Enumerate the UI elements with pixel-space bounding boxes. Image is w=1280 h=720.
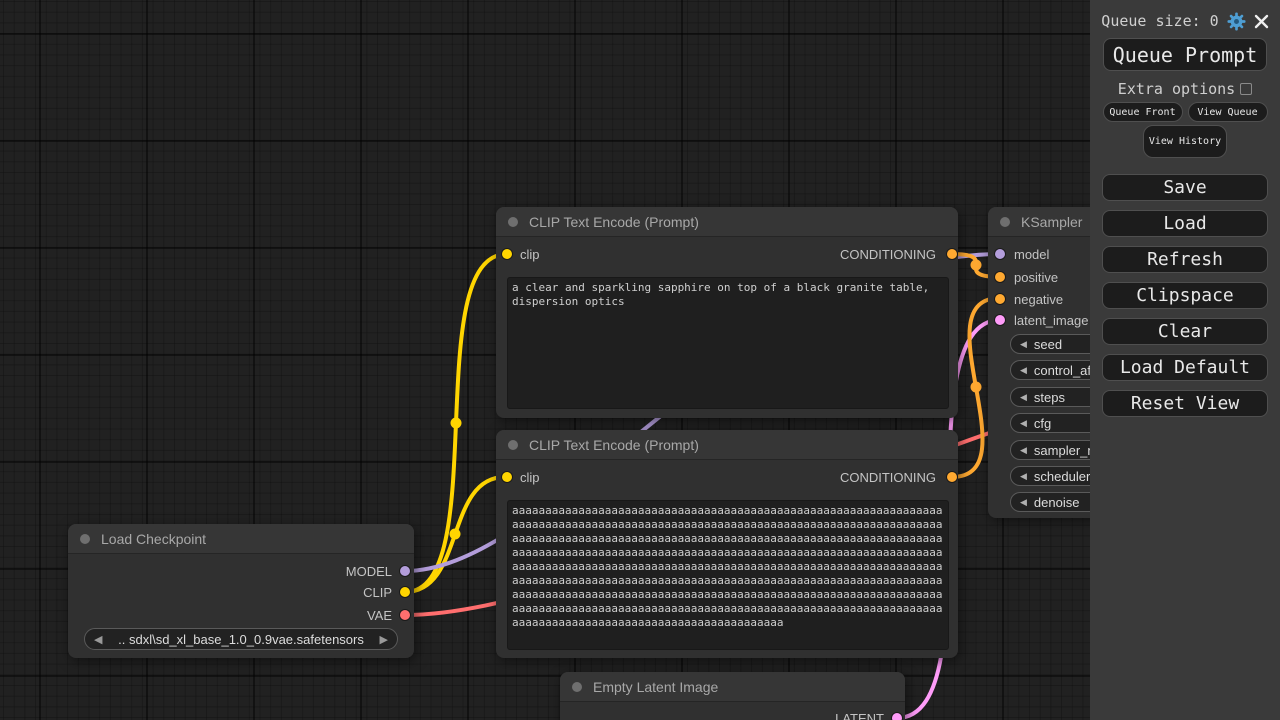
link-midpoint-dot bbox=[971, 382, 982, 393]
collapse-dot[interactable] bbox=[572, 682, 582, 692]
input-slot-clip[interactable] bbox=[502, 472, 512, 482]
node-clip-text-encode-negative[interactable]: CLIP Text Encode (Prompt) clip CONDITION… bbox=[496, 430, 958, 658]
combo-right-arrow[interactable]: ▶ bbox=[380, 633, 388, 646]
node-load-checkpoint[interactable]: Load Checkpoint MODEL CLIP VAE ◀ .. sdxl… bbox=[68, 524, 414, 658]
widget-left-arrow[interactable]: ◀ bbox=[1020, 418, 1027, 429]
output-label-model: MODEL bbox=[346, 564, 392, 579]
node-title: Load Checkpoint bbox=[101, 531, 206, 547]
output-label-conditioning: CONDITIONING bbox=[840, 470, 936, 485]
refresh-button[interactable]: Refresh bbox=[1102, 246, 1268, 273]
view-history-button[interactable]: View History bbox=[1143, 125, 1227, 158]
reset-view-button[interactable]: Reset View bbox=[1102, 390, 1268, 417]
output-label-vae: VAE bbox=[367, 608, 392, 623]
node-title-bar[interactable]: CLIP Text Encode (Prompt) bbox=[496, 430, 958, 460]
node-canvas[interactable]: CLIP Text Encode (Prompt) clip CONDITION… bbox=[0, 0, 1280, 720]
node-clip-text-encode-positive[interactable]: CLIP Text Encode (Prompt) clip CONDITION… bbox=[496, 207, 958, 418]
close-icon bbox=[1254, 14, 1269, 29]
widget-label: scheduler bbox=[1034, 469, 1090, 484]
extra-options-checkbox[interactable] bbox=[1240, 83, 1252, 95]
clear-button[interactable]: Clear bbox=[1102, 318, 1268, 345]
clipspace-button[interactable]: Clipspace bbox=[1102, 282, 1268, 309]
widget-label: denoise bbox=[1034, 495, 1080, 510]
input-label-negative: negative bbox=[1014, 292, 1063, 307]
load-button[interactable]: Load bbox=[1102, 210, 1268, 237]
input-slot-latent-image[interactable] bbox=[995, 315, 1005, 325]
load-default-button[interactable]: Load Default bbox=[1102, 354, 1268, 381]
input-label-model: model bbox=[1014, 247, 1049, 262]
ckpt-name-widget[interactable]: ◀ .. sdxl\sd_xl_base_1.0_0.9vae.safetens… bbox=[84, 628, 398, 650]
ckpt-name-value: .. sdxl\sd_xl_base_1.0_0.9vae.safetensor… bbox=[102, 632, 379, 647]
link-midpoint-dot bbox=[450, 529, 461, 540]
node-title: CLIP Text Encode (Prompt) bbox=[529, 437, 699, 453]
collapse-dot[interactable] bbox=[508, 440, 518, 450]
gear-icon bbox=[1227, 12, 1246, 31]
settings-button[interactable] bbox=[1227, 12, 1246, 31]
widget-label: steps bbox=[1034, 390, 1065, 405]
input-slot-model[interactable] bbox=[995, 249, 1005, 259]
link-midpoint-dot bbox=[971, 260, 982, 271]
output-label-clip: CLIP bbox=[363, 585, 392, 600]
output-slot-latent[interactable] bbox=[892, 713, 902, 720]
collapse-dot[interactable] bbox=[80, 534, 90, 544]
link-midpoint-dot bbox=[451, 418, 462, 429]
input-label-latent-image: latent_image bbox=[1014, 313, 1088, 328]
widget-left-arrow[interactable]: ◀ bbox=[1020, 445, 1027, 456]
view-queue-button[interactable]: View Queue bbox=[1188, 102, 1268, 122]
collapse-dot[interactable] bbox=[508, 217, 518, 227]
queue-size-label: Queue size: 0 bbox=[1101, 12, 1218, 30]
output-slot-conditioning[interactable] bbox=[947, 249, 957, 259]
widget-left-arrow[interactable]: ◀ bbox=[1020, 392, 1027, 403]
input-slot-clip[interactable] bbox=[502, 249, 512, 259]
input-label-clip: clip bbox=[520, 247, 540, 262]
extra-options-label: Extra options bbox=[1118, 80, 1235, 98]
negative-prompt-textarea[interactable]: aaaaaaaaaaaaaaaaaaaaaaaaaaaaaaaaaaaaaaaa… bbox=[507, 500, 949, 650]
input-slot-negative[interactable] bbox=[995, 294, 1005, 304]
widget-label: cfg bbox=[1034, 416, 1051, 431]
widget-left-arrow[interactable]: ◀ bbox=[1020, 339, 1027, 350]
output-slot-conditioning[interactable] bbox=[947, 472, 957, 482]
collapse-dot[interactable] bbox=[1000, 217, 1010, 227]
node-title-bar[interactable]: Load Checkpoint bbox=[68, 524, 414, 554]
output-slot-clip[interactable] bbox=[400, 587, 410, 597]
node-title: CLIP Text Encode (Prompt) bbox=[529, 214, 699, 230]
output-slot-vae[interactable] bbox=[400, 610, 410, 620]
node-title-bar[interactable]: CLIP Text Encode (Prompt) bbox=[496, 207, 958, 237]
input-label-clip: clip bbox=[520, 470, 540, 485]
output-label-conditioning: CONDITIONING bbox=[840, 247, 936, 262]
input-label-positive: positive bbox=[1014, 270, 1058, 285]
node-title: Empty Latent Image bbox=[593, 679, 718, 695]
queue-prompt-button[interactable]: Queue Prompt bbox=[1103, 38, 1267, 71]
queue-front-button[interactable]: Queue Front bbox=[1103, 102, 1183, 122]
node-title-bar[interactable]: Empty Latent Image bbox=[560, 672, 905, 702]
input-slot-positive[interactable] bbox=[995, 272, 1005, 282]
combo-left-arrow[interactable]: ◀ bbox=[94, 633, 102, 646]
widget-left-arrow[interactable]: ◀ bbox=[1020, 497, 1027, 508]
widget-left-arrow[interactable]: ◀ bbox=[1020, 365, 1027, 376]
node-empty-latent-image[interactable]: Empty Latent Image LATENT bbox=[560, 672, 905, 720]
close-menu-button[interactable] bbox=[1254, 14, 1269, 29]
widget-left-arrow[interactable]: ◀ bbox=[1020, 471, 1027, 482]
output-slot-model[interactable] bbox=[400, 566, 410, 576]
comfy-menu: Queue size: 0 Que bbox=[1090, 0, 1280, 720]
output-label-latent: LATENT bbox=[835, 711, 884, 720]
node-title: KSampler bbox=[1021, 214, 1082, 230]
widget-label: seed bbox=[1034, 337, 1062, 352]
positive-prompt-textarea[interactable]: a clear and sparkling sapphire on top of… bbox=[507, 277, 949, 409]
save-button[interactable]: Save bbox=[1102, 174, 1268, 201]
